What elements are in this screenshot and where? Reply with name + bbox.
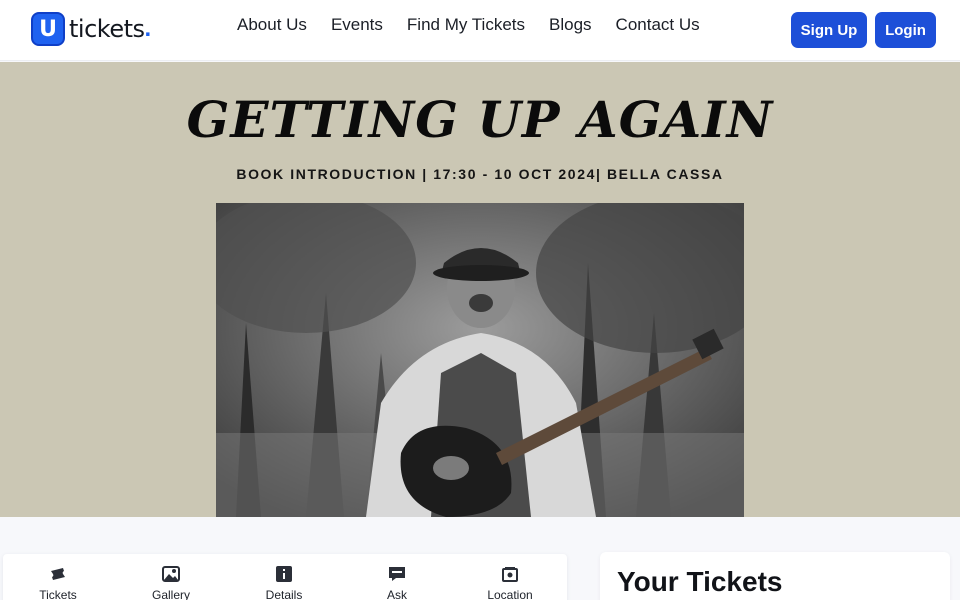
nav-about-us[interactable]: About Us: [237, 14, 307, 36]
tab-ask-label: Ask: [386, 588, 407, 600]
nav-find-my-tickets[interactable]: Find My Tickets: [407, 14, 525, 36]
tab-location[interactable]: Location: [470, 566, 550, 600]
event-title: GETTING UP AGAIN: [186, 90, 774, 149]
nav-events[interactable]: Events: [331, 14, 383, 36]
event-banner: GETTING UP AGAIN BOOK INTRODUCTION | 17:…: [0, 62, 960, 517]
event-tabs: Tickets Gallery Details Ask Location: [3, 554, 567, 600]
tab-location-label: Location: [487, 588, 533, 600]
tab-tickets[interactable]: Tickets: [18, 566, 98, 600]
main-nav: About Us Events Find My Tickets Blogs Co…: [237, 14, 724, 36]
logo-icon: U: [31, 12, 65, 46]
guitarist-photo-image: [216, 203, 744, 517]
tab-ask[interactable]: Ask: [357, 566, 437, 600]
logo-text: tickets: [69, 15, 145, 43]
logo[interactable]: U tickets .: [31, 12, 151, 46]
nav-contact-us[interactable]: Contact Us: [616, 14, 700, 36]
tab-tickets-label: Tickets: [39, 588, 77, 600]
nav-blogs[interactable]: Blogs: [549, 14, 592, 36]
info-icon: [276, 566, 292, 582]
map-icon: [502, 567, 518, 582]
site-header: U tickets . About Us Events Find My Tick…: [0, 0, 960, 61]
faq-icon: [389, 567, 405, 581]
your-tickets-panel: Your Tickets: [600, 552, 950, 600]
tab-gallery-label: Gallery: [151, 588, 190, 600]
login-button[interactable]: Login: [875, 12, 936, 48]
ticket-icon: [51, 568, 65, 580]
tab-details-label: Details: [265, 588, 303, 600]
gallery-icon: [162, 566, 180, 582]
tab-gallery[interactable]: Gallery: [131, 566, 211, 600]
tab-details[interactable]: Details: [244, 566, 324, 600]
logo-dot: .: [144, 15, 152, 42]
event-subtitle: BOOK INTRODUCTION | 17:30 - 10 OCT 2024|…: [236, 166, 724, 182]
event-photo: [216, 203, 744, 517]
sign-up-button[interactable]: Sign Up: [791, 12, 867, 48]
your-tickets-title: Your Tickets: [617, 566, 783, 597]
